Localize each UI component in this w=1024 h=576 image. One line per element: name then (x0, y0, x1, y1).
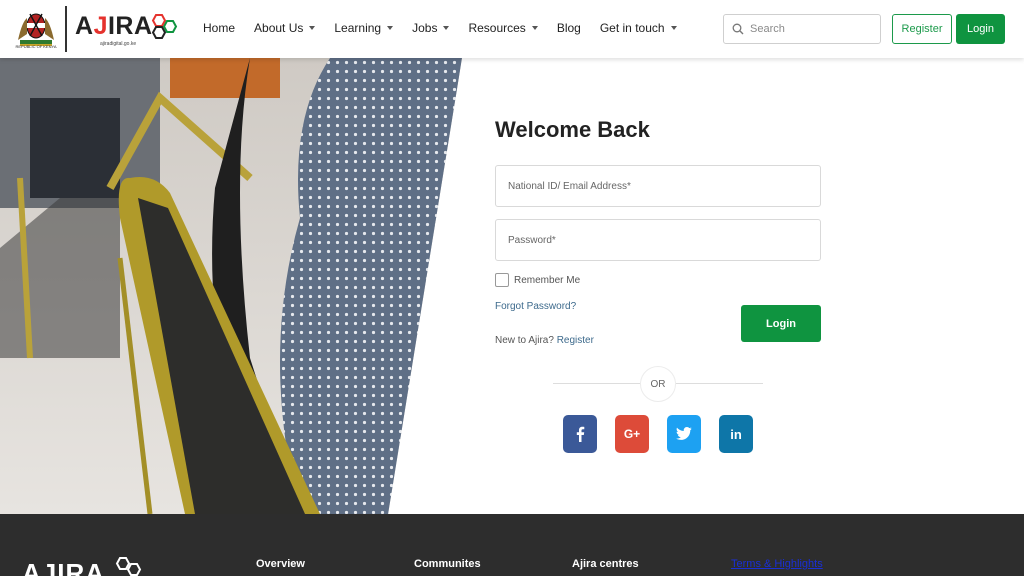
search-input[interactable] (750, 23, 870, 35)
search-icon (732, 23, 744, 35)
footer-ajira-centres[interactable]: Ajira centres (572, 558, 639, 570)
logo-letters-ira: IRA (107, 12, 153, 40)
twitter-login-button[interactable] (667, 415, 701, 453)
nav-learning-label: Learning (334, 21, 382, 35)
new-to-ajira-text: New to Ajira? (495, 335, 557, 346)
nav-about-us-label: About Us (254, 21, 304, 35)
footer-communities[interactable]: Communites (414, 558, 481, 570)
facebook-login-button[interactable] (563, 415, 597, 453)
nav-home-label: Home (203, 21, 236, 35)
login-button[interactable]: Login (741, 305, 821, 342)
footer-logo: AJIRA (22, 558, 106, 576)
footer-link[interactable]: Terms & Highlights (731, 558, 823, 570)
remember-me[interactable]: Remember Me (495, 273, 580, 287)
caret-down-icon (309, 26, 316, 30)
header-login-button[interactable]: Login (956, 14, 1005, 44)
nav-jobs[interactable]: Jobs (412, 21, 450, 35)
nav-blog-label: Blog (556, 21, 581, 35)
footer-overview[interactable]: Overview (256, 558, 305, 570)
welcome-title: Welcome Back (495, 117, 650, 142)
logo-subtitle: ajiradigital.go.ke (100, 41, 137, 47)
remember-me-checkbox[interactable] (495, 273, 509, 287)
nav-jobs-label: Jobs (412, 21, 438, 35)
google-plus-icon: G+ (623, 427, 641, 441)
or-separator: OR (640, 366, 676, 402)
facebook-icon (576, 426, 585, 442)
linkedin-login-button[interactable]: in (719, 415, 753, 453)
forgot-password-link[interactable]: Forgot Password? (495, 301, 576, 312)
caret-down-icon (443, 26, 450, 30)
nav-resources[interactable]: Resources (468, 21, 538, 35)
national-id-email-input[interactable] (495, 165, 821, 207)
divider-left (553, 383, 640, 384)
nav-get-in-touch[interactable]: Get in touch (600, 21, 677, 35)
caret-down-icon (387, 26, 394, 30)
logo-letter-j: J (93, 12, 108, 40)
logo-hexagon-icon (151, 14, 178, 39)
site-footer: AJIRA Overview Communites Ajira centres … (0, 514, 1024, 576)
caret-down-icon (531, 26, 538, 30)
logo-divider (65, 6, 67, 52)
main-nav: Home About Us Learning Jobs Resources Bl… (203, 21, 696, 35)
new-to-ajira: New to Ajira? Register (495, 335, 594, 346)
register-link[interactable]: Register (557, 335, 594, 346)
linkedin-icon: in (730, 426, 742, 442)
hero-photo (0, 58, 462, 514)
register-button[interactable]: Register (892, 14, 952, 44)
search-box[interactable] (723, 14, 881, 44)
nav-learning[interactable]: Learning (334, 21, 394, 35)
nav-resources-label: Resources (468, 21, 526, 35)
nav-home[interactable]: Home (203, 21, 235, 35)
google-plus-login-button[interactable]: G+ (615, 415, 649, 453)
ajira-logo[interactable]: AJIRA (75, 12, 153, 41)
nav-blog[interactable]: Blog (557, 21, 581, 35)
footer-logo-hexagon-icon (115, 557, 142, 576)
site-header: REPUBLIC OF KENYA AJIRA ajiradigital.go.… (0, 0, 1024, 58)
hero-photo-illustration (0, 58, 462, 514)
nav-about-us[interactable]: About Us (254, 21, 316, 35)
logo-letter-a: A (75, 12, 94, 40)
nav-get-in-touch-label: Get in touch (599, 21, 665, 35)
remember-me-label: Remember Me (514, 274, 581, 286)
divider-right (676, 383, 763, 384)
twitter-icon (676, 427, 692, 440)
caret-down-icon (670, 26, 677, 30)
password-input[interactable] (495, 219, 821, 261)
emblem-caption: REPUBLIC OF KENYA (15, 44, 57, 49)
